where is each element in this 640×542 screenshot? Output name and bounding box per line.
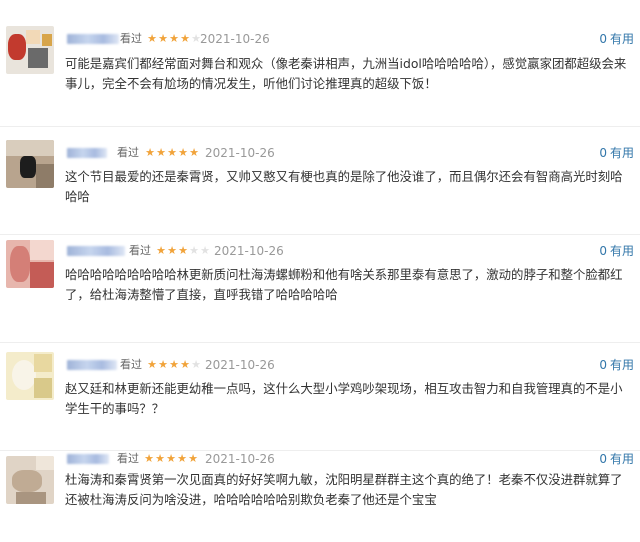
star-filled-icon: ★ (188, 452, 198, 465)
review-text: 杜海涛和秦霄贤第一次见面真的好好笑啊九敏，沈阳明星群群主这个真的绝了！老秦不仅没… (65, 472, 623, 507)
star-filled-icon: ★ (178, 244, 188, 257)
star-filled-icon: ★ (166, 452, 176, 465)
rating-stars: ★ ★ ★ ★ ★ (144, 146, 199, 160)
star-filled-icon: ★ (156, 146, 166, 159)
review-date: 2021-10-26 (200, 32, 270, 46)
star-filled-icon: ★ (145, 146, 155, 159)
watch-status: 看过 (120, 358, 142, 371)
useful-button[interactable]: 0 有用 (599, 452, 634, 466)
review-item: 看过 ★ ★ ★ ★ ★ 2021-10-26 0 有用 哈哈哈哈哈哈哈哈哈林更新质问杜海… (0, 234, 640, 343)
avatar[interactable] (6, 26, 54, 74)
useful-button[interactable]: 0 有用 (599, 146, 634, 160)
star-filled-icon: ★ (158, 32, 168, 45)
text-blur-overlay (330, 516, 410, 530)
review-text: 赵又廷和林更新还能更幼稚一点吗，这什么大型小学鸡吵架现场，相互攻击智力和自我管理… (65, 381, 623, 416)
rating-stars: ★ ★ ★ ★ ★ (155, 244, 210, 258)
star-filled-icon: ★ (147, 32, 157, 45)
review-item: 看过 ★ ★ ★ ★ ★ 2021-10-26 0 有用 可能是嘉宾们都经常面对舞台和观众… (0, 18, 640, 127)
star-empty-icon: ★ (191, 358, 201, 371)
review-date: 2021-10-26 (205, 146, 275, 160)
review-item: 看过 ★ ★ ★ ★ ★ 2021-10-26 0 有用 这个节目最爱的还是秦霄贤，又帅又… (0, 126, 640, 235)
star-filled-icon: ★ (158, 358, 168, 371)
star-filled-icon: ★ (155, 452, 165, 465)
avatar[interactable] (6, 140, 54, 188)
rating-stars: ★ ★ ★ ★ ★ (146, 358, 201, 372)
star-filled-icon: ★ (144, 452, 154, 465)
star-filled-icon: ★ (180, 32, 190, 45)
review-date: 2021-10-26 (205, 452, 275, 466)
useful-label: 有用 (609, 146, 634, 160)
useful-label: 有用 (609, 358, 634, 372)
review-item: 看过 ★ ★ ★ ★ ★ 2021-10-26 0 有用 杜海涛和秦霄贤第一次见面真的好好… (0, 450, 640, 542)
star-filled-icon: ★ (189, 146, 199, 159)
watch-status: 看过 (117, 146, 139, 159)
username[interactable] (67, 454, 109, 464)
useful-count: 0 (599, 358, 607, 372)
watch-status: 看过 (117, 452, 139, 465)
review-date: 2021-10-26 (214, 244, 284, 258)
username[interactable] (67, 246, 125, 256)
avatar[interactable] (6, 352, 54, 400)
rating-stars: ★ ★ ★ ★ ★ (146, 32, 201, 46)
useful-button[interactable]: 0 有用 (599, 358, 634, 372)
star-empty-icon: ★ (200, 244, 210, 257)
useful-count: 0 (599, 244, 607, 258)
useful-label: 有用 (609, 244, 634, 258)
rating-stars: ★ ★ ★ ★ ★ (143, 452, 198, 466)
useful-label: 有用 (609, 32, 634, 46)
star-filled-icon: ★ (180, 358, 190, 371)
star-filled-icon: ★ (178, 146, 188, 159)
useful-button[interactable]: 0 有用 (599, 244, 634, 258)
star-empty-icon: ★ (189, 244, 199, 257)
star-filled-icon: ★ (167, 244, 177, 257)
avatar[interactable] (6, 456, 54, 504)
review-item: 看过 ★ ★ ★ ★ ★ 2021-10-26 0 有用 赵又廷和林更新还能更幼稚一点吗，… (0, 342, 640, 451)
star-filled-icon: ★ (156, 244, 166, 257)
useful-label: 有用 (609, 452, 634, 466)
watch-status: 看过 (129, 244, 151, 257)
review-text: 哈哈哈哈哈哈哈哈哈林更新质问杜海涛螺蛳粉和他有啥关系那里泰有意思了，激动的脖子和… (65, 267, 623, 302)
useful-count: 0 (599, 146, 607, 160)
useful-count: 0 (599, 32, 607, 46)
review-text: 这个节目最爱的还是秦霄贤，又帅又憨又有梗也真的是除了他没谁了，而且偶尔还会有智商… (65, 169, 623, 204)
star-filled-icon: ★ (169, 358, 179, 371)
star-filled-icon: ★ (167, 146, 177, 159)
useful-count: 0 (599, 452, 607, 466)
watch-status: 看过 (120, 32, 142, 45)
username[interactable] (67, 34, 119, 44)
review-text: 可能是嘉宾们都经常面对舞台和观众（像老秦讲相声，九洲当idol哈哈哈哈哈），感觉… (65, 56, 627, 91)
useful-button[interactable]: 0 有用 (599, 32, 634, 46)
star-filled-icon: ★ (147, 358, 157, 371)
star-filled-icon: ★ (177, 452, 187, 465)
username[interactable] (67, 148, 107, 158)
avatar[interactable] (6, 240, 54, 288)
star-filled-icon: ★ (169, 32, 179, 45)
username[interactable] (67, 360, 117, 370)
review-date: 2021-10-26 (205, 358, 275, 372)
review-list: 看过 ★ ★ ★ ★ ★ 2021-10-26 0 有用 可能是嘉宾们都经常面对舞台和观众… (0, 0, 640, 542)
